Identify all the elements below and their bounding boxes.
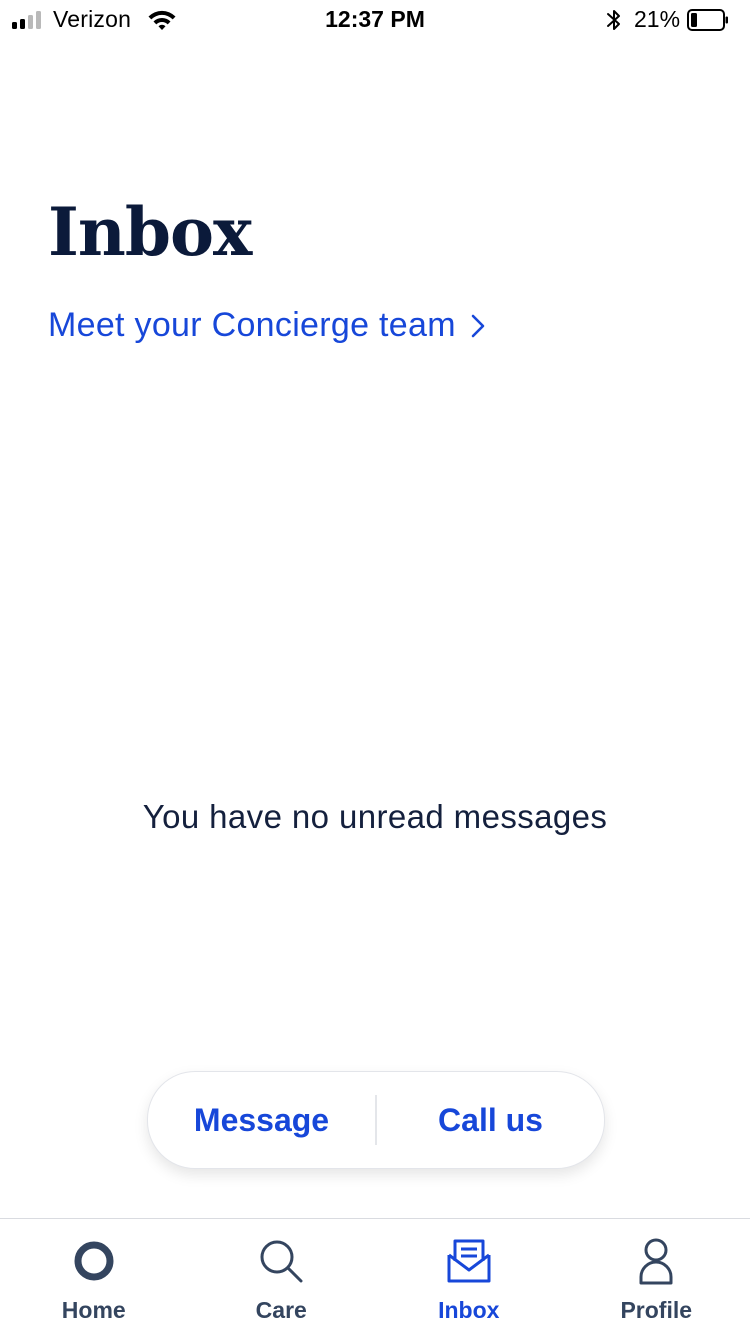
inbox-screen: Verizon 12:37 PM 21% Inbox Meet your Con… [0,0,750,1334]
battery-icon [687,9,728,31]
status-bar: Verizon 12:37 PM 21% [0,0,750,40]
search-icon [260,1240,303,1283]
call-us-button[interactable]: Call us [377,1072,604,1168]
meet-concierge-label: Meet your Concierge team [48,306,456,344]
tab-profile[interactable]: Profile [563,1219,750,1334]
contact-actions: Message Call us [147,1071,605,1169]
bluetooth-icon [607,10,620,30]
inbox-envelope-icon [447,1239,491,1283]
chevron-right-icon [471,314,485,337]
tab-inbox[interactable]: Inbox [375,1219,563,1334]
battery-percent: 21% [634,6,681,32]
tab-care[interactable]: Care [188,1219,376,1334]
empty-inbox-message: You have no unread messages [142,798,608,835]
home-ring-icon [74,1241,114,1281]
message-button[interactable]: Message [148,1072,375,1168]
tab-home-label: Home [61,1297,126,1323]
tab-bar: Home Care Inbox Profile [0,1218,750,1334]
tab-profile-label: Profile [620,1297,693,1323]
tab-inbox-label: Inbox [438,1297,500,1323]
tab-home[interactable]: Home [0,1219,188,1334]
tab-care-label: Care [255,1297,307,1323]
person-icon [639,1238,673,1285]
meet-concierge-link[interactable]: Meet your Concierge team [48,306,486,345]
page-title: Inbox [48,193,252,271]
